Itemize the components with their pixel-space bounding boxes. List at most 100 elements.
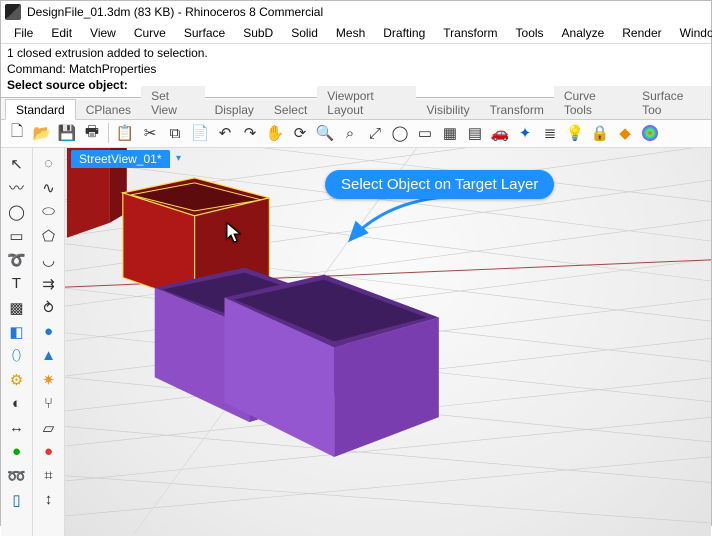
tab-standard[interactable]: Standard — [5, 99, 76, 120]
menu-solid[interactable]: Solid — [282, 24, 327, 42]
materials-icon[interactable]: ◆ — [613, 121, 637, 145]
menu-surface[interactable]: Surface — [175, 24, 234, 42]
dot-icon[interactable]: ● — [5, 440, 29, 464]
viewport[interactable]: StreetView_01* ▾ — [65, 148, 711, 536]
rotate-view-icon[interactable]: ⟳ — [288, 121, 312, 145]
mouse-cursor-icon — [225, 222, 245, 249]
zoom-window-icon[interactable]: ⌕ — [338, 121, 362, 145]
pointer-icon[interactable]: ↖ — [5, 152, 29, 176]
rect-icon[interactable]: ▭ — [5, 224, 29, 248]
left-toolbar-a: ↖ 〰 ◯ ▭ ➰ T ▩ ◧ ⬯ ⚙ ◐ ↔ ● ➿ ▯ — [1, 148, 33, 536]
clipboard-icon[interactable]: 📋 — [113, 121, 137, 145]
cage-icon[interactable]: ⌗ — [37, 464, 61, 488]
tab-set-view[interactable]: Set View — [141, 86, 205, 119]
menu-transform[interactable]: Transform — [434, 24, 506, 42]
menu-edit[interactable]: Edit — [42, 24, 81, 42]
text-icon[interactable]: T — [5, 272, 29, 296]
select-icon[interactable]: ▭ — [413, 121, 437, 145]
tab-viewport-layout[interactable]: Viewport Layout — [317, 86, 416, 119]
menu-view[interactable]: View — [81, 24, 125, 42]
revolve-icon[interactable]: ⥁ — [37, 296, 61, 320]
light-icon[interactable]: 💡 — [563, 121, 587, 145]
ellipse-icon[interactable]: ⬭ — [37, 200, 61, 224]
undo-icon[interactable]: ↶ — [213, 121, 237, 145]
render-swatch-icon[interactable] — [638, 121, 662, 145]
open-icon[interactable]: 📂 — [30, 121, 54, 145]
copy-icon[interactable]: ⧉ — [163, 121, 187, 145]
menu-render[interactable]: Render — [613, 24, 670, 42]
menu-tools[interactable]: Tools — [507, 24, 553, 42]
mirror-icon[interactable]: ● — [37, 440, 61, 464]
menu-subd[interactable]: SubD — [234, 24, 282, 42]
app-logo-icon — [5, 4, 21, 20]
print-icon[interactable]: 🖶 — [80, 121, 104, 145]
tab-visibility[interactable]: Visibility — [416, 100, 479, 119]
pan-icon[interactable]: ✋ — [263, 121, 287, 145]
split-icon[interactable]: ⑂ — [37, 392, 61, 416]
gear-icon[interactable]: ⚙ — [5, 368, 29, 392]
curve-icon[interactable]: ➰ — [5, 248, 29, 272]
burst-icon[interactable]: ✷ — [37, 368, 61, 392]
tab-select[interactable]: Select — [264, 100, 317, 119]
tab-cplanes[interactable]: CPlanes — [76, 100, 141, 119]
menubar: File Edit View Curve Surface SubD Solid … — [1, 23, 711, 43]
car-icon[interactable]: 🚗 — [488, 121, 512, 145]
pipe-icon[interactable]: ▯ — [5, 488, 29, 512]
titlebar: DesignFile_01.3dm (83 KB) - Rhinoceros 8… — [1, 1, 711, 23]
mesh-icon[interactable]: ▩ — [5, 296, 29, 320]
save-icon[interactable]: 💾 — [55, 121, 79, 145]
zoom-extents-icon[interactable]: ⤢ — [363, 121, 387, 145]
spiral-icon[interactable]: ➿ — [5, 464, 29, 488]
tab-transform[interactable]: Transform — [480, 100, 554, 119]
left-toolbar-b: ◌ ∿ ⬭ ⬠ ◡ ⇉ ⥁ ● ▲ ✷ ⑂ ▱ ● ⌗ ↕ — [33, 148, 65, 536]
zoom-selected-icon[interactable]: ◯ — [388, 121, 412, 145]
offset-icon[interactable]: ⇉ — [37, 272, 61, 296]
command-history-line: Command: MatchProperties — [7, 61, 705, 77]
cylinder-icon[interactable]: ⬯ — [5, 344, 29, 368]
workarea: ↖ 〰 ◯ ▭ ➰ T ▩ ◧ ⬯ ⚙ ◐ ↔ ● ➿ ▯ ◌ ∿ ⬭ ⬠ ◡ … — [1, 148, 711, 536]
lock-icon[interactable]: 🔒 — [588, 121, 612, 145]
purple-box-right[interactable] — [225, 274, 439, 456]
arc-icon[interactable]: ◡ — [37, 248, 61, 272]
viewport-tab-active[interactable]: StreetView_01* — [71, 150, 170, 168]
toolbar-tabstrip: Standard CPlanes Set View Display Select… — [1, 98, 711, 120]
paste-icon[interactable]: 📄 — [188, 121, 212, 145]
polygon-icon[interactable]: ⬠ — [37, 224, 61, 248]
redo-icon[interactable]: ↷ — [238, 121, 262, 145]
main-toolbar: 🗋 📂 💾 🖶 📋 ✂ ⧉ 📄 ↶ ↷ ✋ ⟳ 🔍 ⌕ ⤢ ◯ ▭ ▦ ▤ 🚗 … — [1, 120, 711, 148]
boolean-icon[interactable]: ◐ — [5, 392, 29, 416]
cone-icon[interactable]: ▲ — [37, 344, 61, 368]
tab-display[interactable]: Display — [205, 100, 264, 119]
viewport-menu-dropdown-icon[interactable]: ▾ — [172, 150, 186, 168]
circle-icon[interactable]: ◯ — [5, 200, 29, 224]
cut-icon[interactable]: ✂ — [138, 121, 162, 145]
annotation-callout: Select Object on Target Layer — [325, 170, 554, 199]
new-icon[interactable]: 🗋 — [5, 121, 29, 145]
polyline-icon[interactable]: 〰 — [5, 176, 29, 200]
menu-analyze[interactable]: Analyze — [553, 24, 614, 42]
menu-window[interactable]: Window — [671, 24, 712, 42]
sphere-icon[interactable]: ● — [37, 320, 61, 344]
lasso-icon[interactable]: ◌ — [37, 152, 61, 176]
command-history-line: 1 closed extrusion added to selection. — [7, 45, 705, 61]
spline-icon[interactable]: ∿ — [37, 176, 61, 200]
box-icon[interactable]: ◧ — [5, 320, 29, 344]
grid-4view-icon[interactable]: ▤ — [463, 121, 487, 145]
axes-icon[interactable]: ✦ — [513, 121, 537, 145]
layers-icon[interactable]: ≣ — [538, 121, 562, 145]
tab-curve-tools[interactable]: Curve Tools — [554, 86, 632, 119]
separator-icon — [108, 123, 109, 143]
axis-icon[interactable]: ↔ — [5, 416, 29, 440]
menu-file[interactable]: File — [5, 24, 42, 42]
menu-mesh[interactable]: Mesh — [327, 24, 374, 42]
dim-icon[interactable]: ↕ — [37, 488, 61, 512]
viewport-tabs: StreetView_01* ▾ — [71, 148, 186, 170]
tab-surface-tools[interactable]: Surface Too — [632, 86, 711, 119]
annotation-arrow-icon — [345, 192, 465, 252]
window-title: DesignFile_01.3dm (83 KB) - Rhinoceros 8… — [27, 5, 323, 19]
zoom-icon[interactable]: 🔍 — [313, 121, 337, 145]
select-all-icon[interactable]: ▦ — [438, 121, 462, 145]
menu-drafting[interactable]: Drafting — [374, 24, 434, 42]
menu-curve[interactable]: Curve — [125, 24, 175, 42]
plane-icon[interactable]: ▱ — [37, 416, 61, 440]
